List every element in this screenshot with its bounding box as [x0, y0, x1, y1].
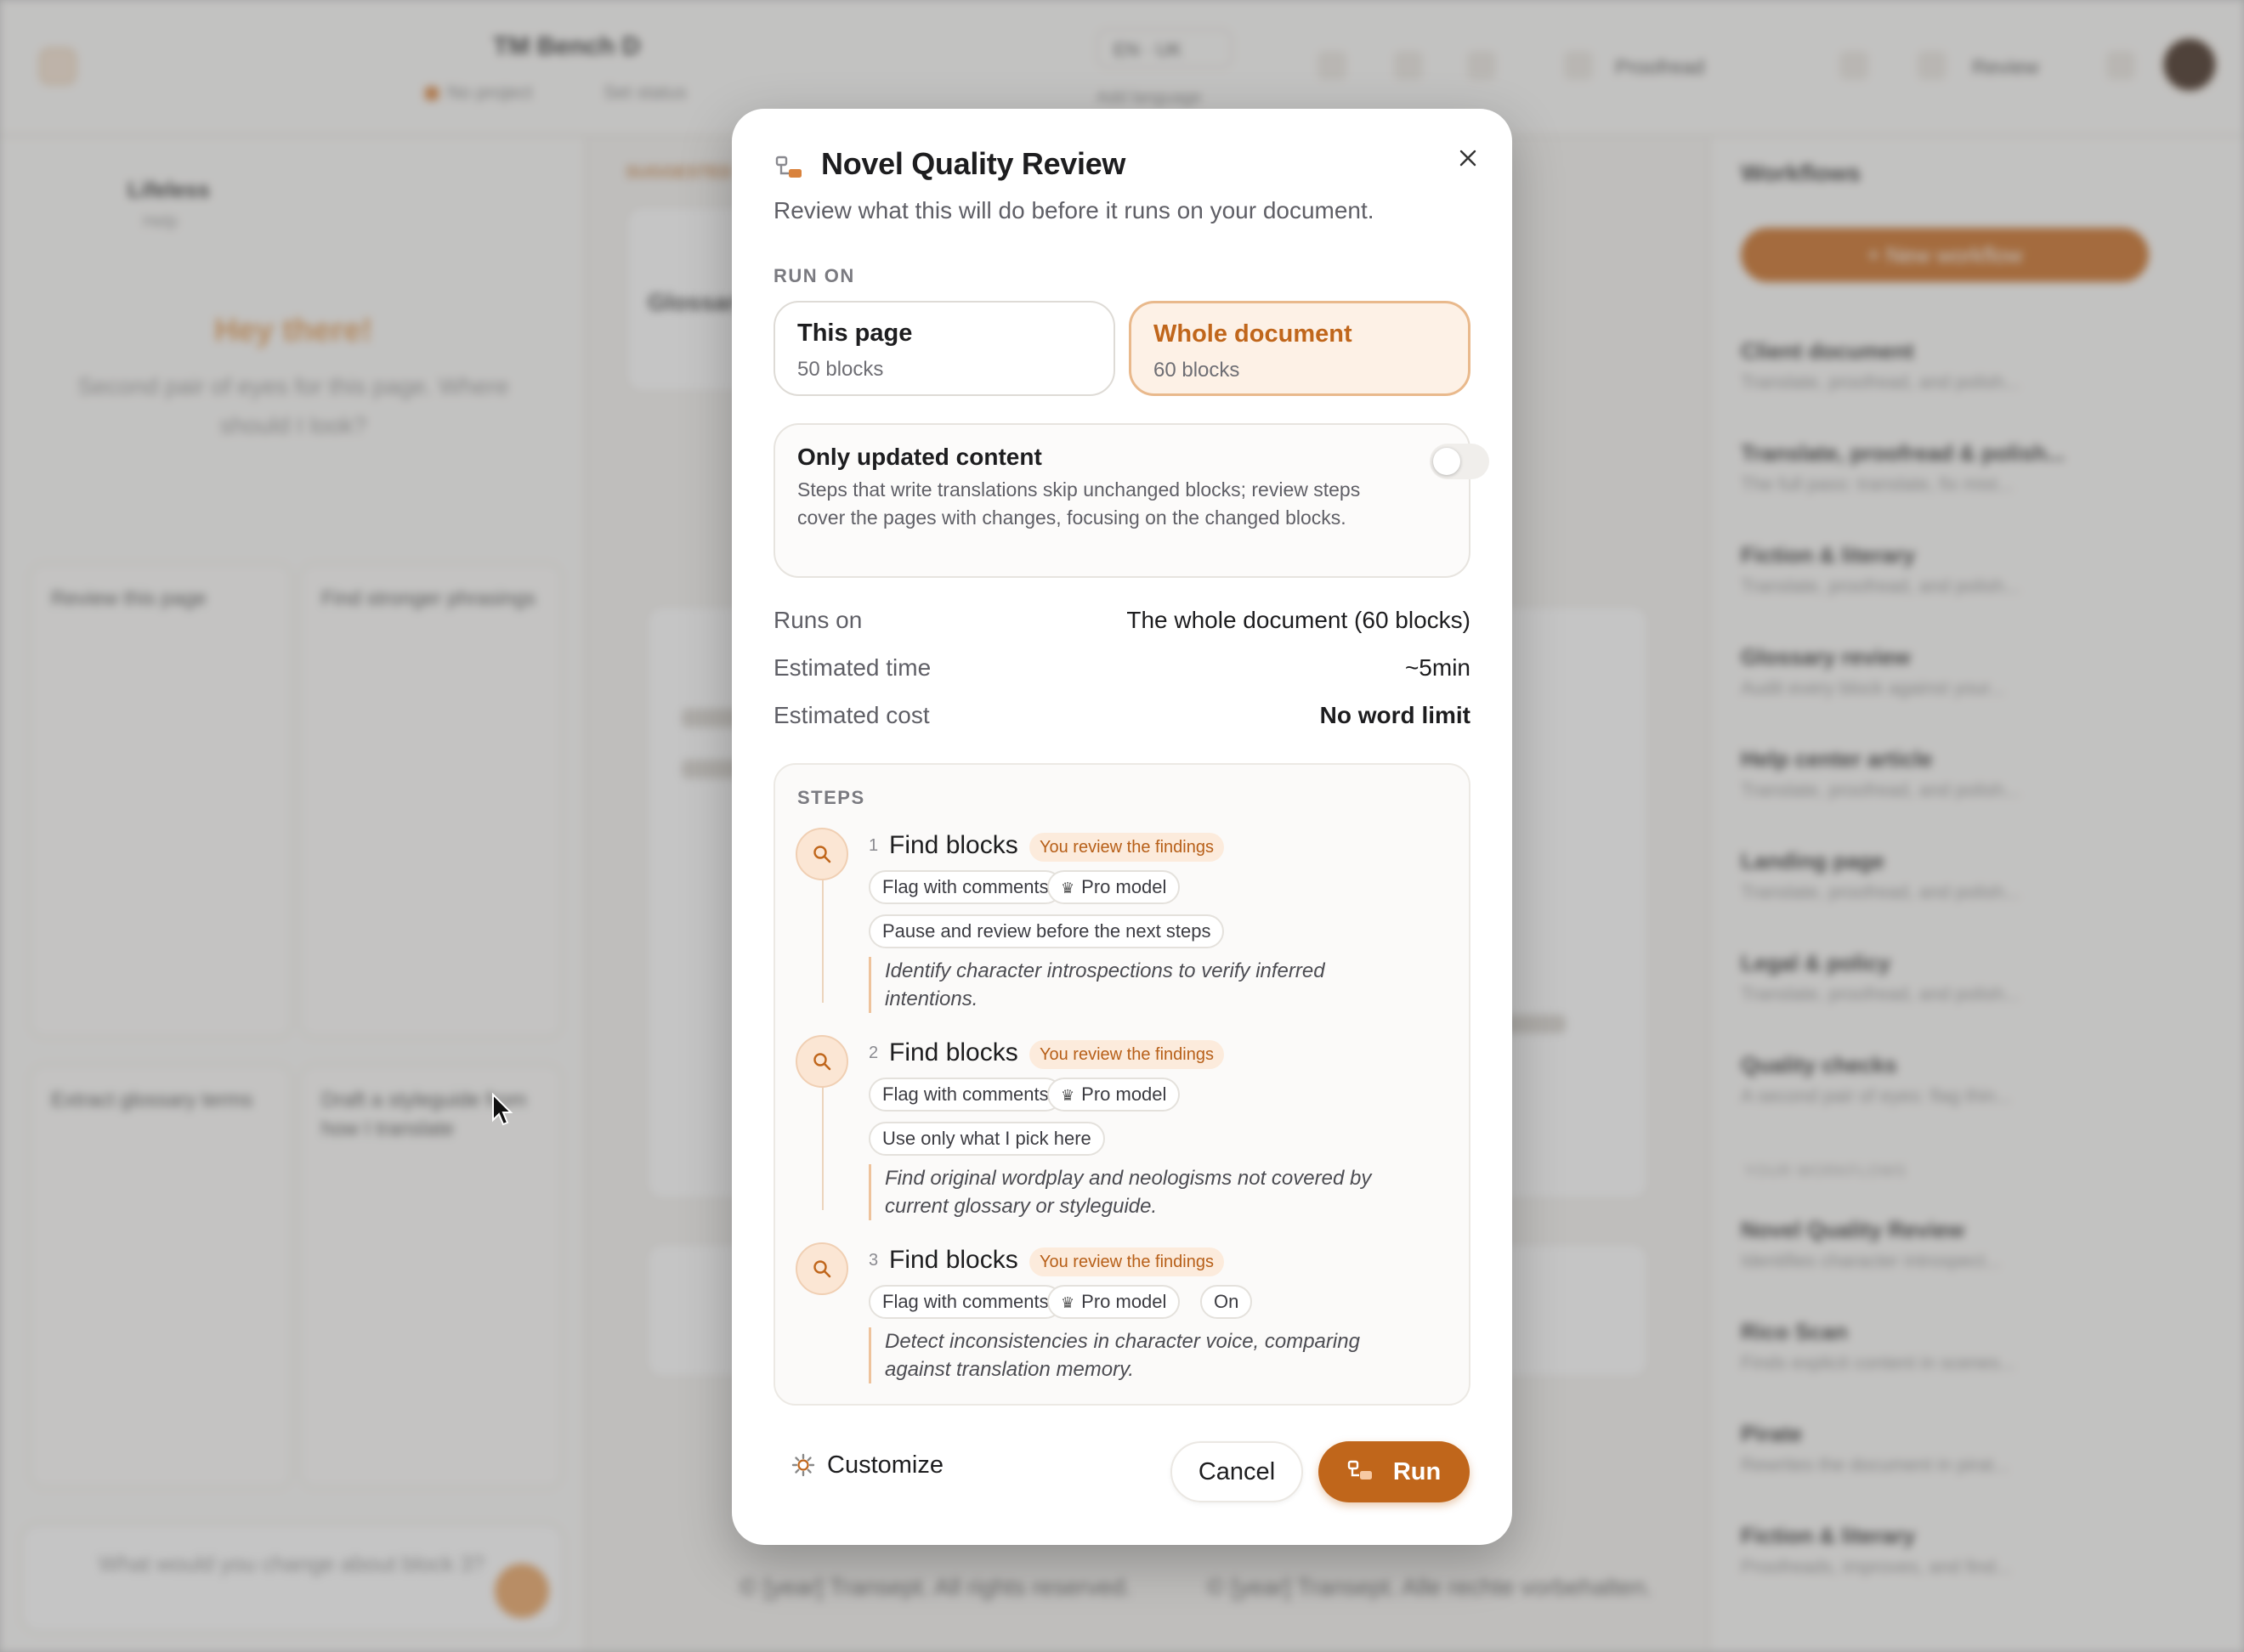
summary-key: Runs on [774, 607, 863, 633]
only-updated-description: Steps that write translations skip uncha… [797, 478, 1361, 529]
step-chip: Flag with comments [869, 870, 1062, 904]
pro-model-chip: ♛ Pro model [1047, 1078, 1181, 1112]
step-instruction: Identify character introspections to ver… [869, 957, 1413, 1013]
pro-model-chip: ♛ Pro model [1047, 1285, 1181, 1319]
mouse-cursor-icon [492, 1093, 513, 1126]
search-icon [813, 1053, 831, 1071]
run-label: Run [1392, 1457, 1442, 1485]
step-search-icon [796, 828, 848, 880]
review-findings-badge: You review the findings [1029, 1040, 1224, 1069]
only-updated-content-setting: Only updated content Steps that write tr… [774, 423, 1489, 578]
step-search-icon [796, 1035, 848, 1088]
step-chip: Use only what I pick here [869, 1122, 1105, 1156]
summary-value: The whole document (60 blocks) [1126, 607, 1470, 633]
steps-label: STEPS [797, 787, 865, 808]
summary-row-estimated-cost: Estimated cost No word limit [774, 702, 1470, 729]
option-whole-document[interactable]: Whole document 60 blocks [1129, 301, 1470, 396]
option-title: This page [797, 320, 913, 347]
step-chip: Flag with comments [869, 1078, 1062, 1112]
step-name: Find blocks [889, 1038, 1018, 1066]
chip-label: Pro model [1081, 876, 1167, 897]
only-updated-title: Only updated content [797, 444, 1042, 470]
close-button[interactable] [1449, 139, 1487, 177]
step-search-icon [796, 1242, 848, 1295]
step-chip: Pause and review before the next steps [869, 914, 1225, 948]
step-instruction: Detect inconsistencies in character voic… [869, 1327, 1413, 1383]
step-name: Find blocks [889, 1246, 1018, 1274]
summary-row-runs-on: Runs on The whole document (60 blocks) [774, 607, 1470, 634]
step-chip: Flag with comments [869, 1285, 1062, 1319]
search-icon [813, 1260, 831, 1278]
close-icon [1459, 150, 1476, 167]
review-findings-badge: You review the findings [1029, 833, 1224, 862]
workflow-icon [1347, 1460, 1372, 1479]
step-name: Find blocks [889, 831, 1018, 859]
summary-value: No word limit [1319, 702, 1470, 728]
dialog-title: Novel Quality Review [821, 146, 1126, 181]
step-number: 1 [869, 836, 879, 855]
run-button[interactable]: Run [1318, 1441, 1470, 1502]
pro-model-chip: ♛ Pro model [1047, 870, 1181, 904]
only-updated-toggle[interactable] [1430, 444, 1489, 479]
gear-icon [791, 1453, 815, 1477]
crown-icon: ♛ [1061, 1294, 1075, 1311]
summary-key: Estimated cost [774, 702, 930, 728]
toggle-knob [1433, 448, 1460, 475]
review-findings-badge: You review the findings [1029, 1247, 1224, 1276]
workflow-icon [775, 156, 802, 178]
steps-list: STEPS 1 Find blocks You review the findi… [774, 763, 1470, 1406]
option-this-page[interactable]: This page 50 blocks [774, 301, 1115, 396]
workflow-run-dialog: Novel Quality Review Review what this wi… [732, 109, 1512, 1545]
crown-icon: ♛ [1061, 880, 1075, 897]
chip-label: Pro model [1081, 1291, 1167, 1312]
search-icon [813, 846, 831, 863]
summary-value: ~5min [1404, 654, 1470, 681]
dialog-subtitle: Review what this will do before it runs … [774, 197, 1374, 223]
customize-label: Customize [827, 1451, 944, 1479]
step-chip: On [1200, 1285, 1253, 1319]
crown-icon: ♛ [1061, 1087, 1075, 1104]
step-number: 2 [869, 1044, 879, 1062]
cancel-button[interactable]: Cancel [1170, 1441, 1303, 1502]
option-block-count: 50 blocks [797, 358, 884, 381]
run-on-label: RUN ON [774, 265, 855, 286]
summary-key: Estimated time [774, 654, 932, 681]
customize-button[interactable]: Customize [791, 1440, 944, 1491]
chip-label: Pro model [1081, 1083, 1167, 1105]
option-block-count: 60 blocks [1153, 359, 1240, 382]
step-number: 3 [869, 1251, 879, 1270]
summary-row-estimated-time: Estimated time ~5min [774, 654, 1470, 682]
option-title: Whole document [1153, 320, 1352, 348]
step-instruction: Find original wordplay and neologisms no… [869, 1164, 1413, 1220]
